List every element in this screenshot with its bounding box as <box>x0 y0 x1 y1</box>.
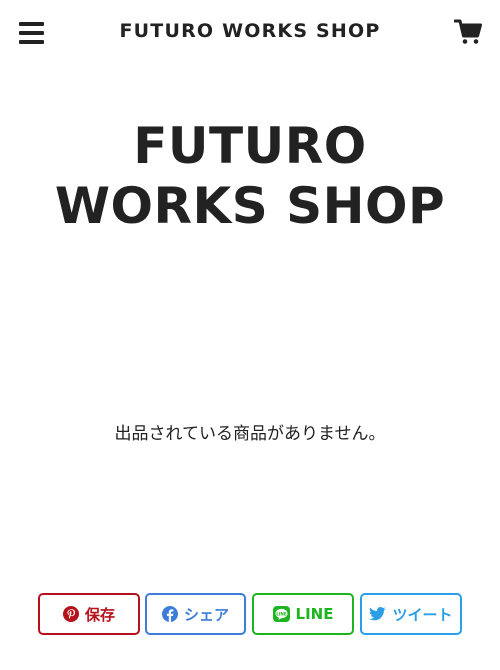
facebook-share-button[interactable]: シェア <box>145 593 246 635</box>
pinterest-save-button[interactable]: 保存 <box>38 593 140 635</box>
page-title: FUTURO WORKS SHOP <box>54 117 446 235</box>
line-share-label: LINE <box>295 605 334 623</box>
header: FUTURO WORKS SHOP <box>0 0 500 66</box>
pinterest-icon <box>62 606 79 622</box>
facebook-share-label: シェア <box>183 605 229 624</box>
shop-title-link[interactable]: FUTURO WORKS SHOP <box>0 20 500 42</box>
shopping-cart-icon[interactable] <box>453 19 482 45</box>
line-icon: LINE <box>272 606 290 622</box>
facebook-icon <box>161 606 178 622</box>
pinterest-save-label: 保存 <box>84 605 115 624</box>
share-buttons: 保存 シェア LINE LINE ツイート <box>38 593 462 635</box>
twitter-tweet-label: ツイート <box>392 605 453 624</box>
twitter-tweet-button[interactable]: ツイート <box>360 593 462 635</box>
empty-state-message: 出品されている商品がありません。 <box>114 424 386 444</box>
svg-text:LINE: LINE <box>276 611 287 616</box>
line-share-button[interactable]: LINE LINE <box>252 593 354 635</box>
twitter-icon <box>369 607 387 621</box>
page: FUTURO WORKS SHOP FUTURO WORKS SHOP 出品され… <box>0 0 500 670</box>
